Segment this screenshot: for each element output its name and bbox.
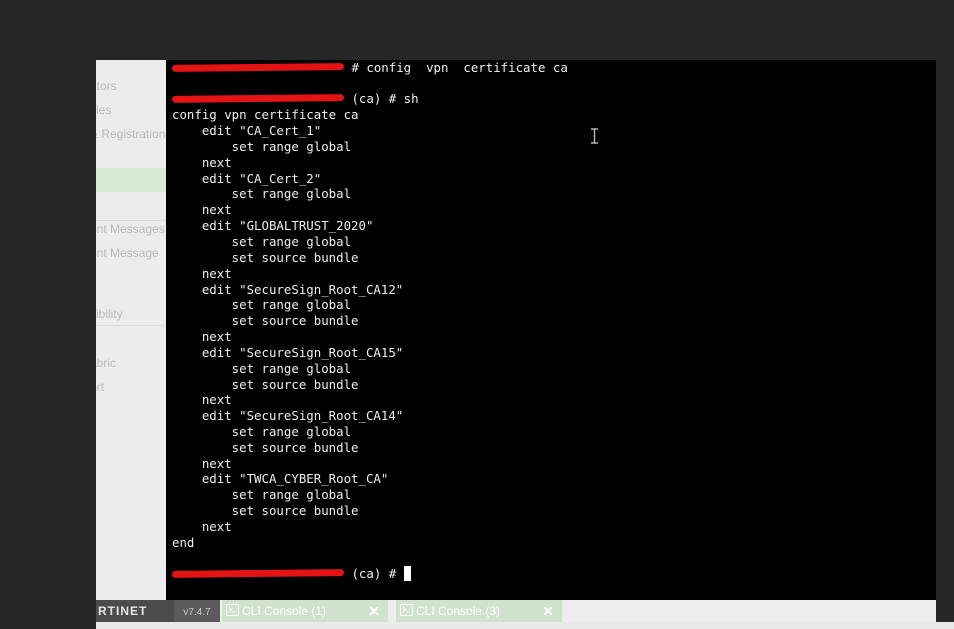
terminal-line: set range global bbox=[172, 186, 352, 201]
background-top bbox=[0, 0, 954, 60]
sidebar-item-d[interactable]: d bbox=[96, 283, 97, 297]
terminal-icon bbox=[226, 604, 239, 616]
terminal-line: set source bundle bbox=[172, 250, 359, 265]
ibeam-cursor-icon bbox=[591, 128, 598, 144]
tab-cli-console-1[interactable]: CLI Console (1) ✕ bbox=[220, 600, 388, 622]
terminal-line: edit "SecureSign_Root_CA14" bbox=[172, 408, 404, 423]
terminal-line: next bbox=[172, 456, 232, 471]
fortinet-logo: RTINET bbox=[96, 600, 174, 622]
terminal-line: set range global bbox=[172, 487, 352, 502]
tab-cli-console-3[interactable]: CLI Console (3) ✕ bbox=[394, 600, 562, 622]
terminal-line: set range global bbox=[172, 234, 352, 249]
terminal-line: edit "CA_Cert_1" bbox=[172, 123, 322, 138]
sidebar-divider bbox=[96, 325, 166, 326]
sidebar-item-support[interactable]: ort bbox=[96, 380, 104, 394]
sidebar-item-fabric[interactable]: abric bbox=[96, 356, 116, 370]
terminal-line: next bbox=[172, 519, 232, 534]
terminal-line: edit "TWCA_CYBER_Root_CA" bbox=[172, 471, 389, 486]
terminal-line: set source bundle bbox=[172, 440, 359, 455]
terminal-icon bbox=[400, 604, 413, 616]
sidebar-divider bbox=[96, 220, 166, 221]
redacted-hostname bbox=[171, 93, 345, 103]
terminal-line: next bbox=[172, 202, 232, 217]
sidebar-item-visibility[interactable]: sibility bbox=[96, 307, 123, 321]
sidebar-selected-item[interactable] bbox=[96, 168, 166, 192]
terminal-line: set range global bbox=[172, 297, 352, 312]
terminal-line: set source bundle bbox=[172, 377, 359, 392]
terminal-line: config vpn certificate ca bbox=[172, 107, 359, 122]
terminal-line: set range global bbox=[172, 361, 352, 376]
window-bottom-edge bbox=[96, 622, 954, 629]
sidebar-item-administrators[interactable]: ators bbox=[96, 79, 117, 93]
terminal-prompt-line[interactable]: (ca) # bbox=[171, 566, 411, 582]
terminal-line: edit "SecureSign_Root_CA15" bbox=[172, 345, 404, 360]
taskbar: RTINET v7.4.7 CLI Console (1) ✕ CLI Cons… bbox=[96, 600, 936, 622]
terminal-line: set range global bbox=[172, 424, 352, 439]
terminal-line: edit "SecureSign_Root_CA12" bbox=[172, 282, 404, 297]
tab-label: CLI Console (3) bbox=[416, 604, 501, 618]
redacted-hostname bbox=[171, 568, 345, 578]
sidebar: ators files & Registration ent Messages … bbox=[96, 60, 166, 600]
sidebar-item-replacement-message[interactable]: ent Message bbox=[96, 246, 159, 260]
terminal-line: set source bundle bbox=[172, 503, 359, 518]
cli-console-terminal[interactable]: # config vpn certificate ca (ca) # sh co… bbox=[166, 60, 936, 600]
background-left bbox=[0, 60, 96, 629]
terminal-line: next bbox=[172, 155, 232, 170]
terminal-line: next bbox=[172, 266, 232, 281]
sidebar-item-profiles[interactable]: files bbox=[96, 103, 111, 117]
terminal-line: end bbox=[172, 535, 195, 550]
terminal-line: edit "GLOBALTRUST_2020" bbox=[172, 218, 374, 233]
terminal-line: set range global bbox=[172, 139, 352, 154]
terminal-line: set source bundle bbox=[172, 313, 359, 328]
sidebar-item-registration[interactable]: & Registration bbox=[96, 127, 165, 141]
sidebar-item-replacement-messages[interactable]: ent Messages bbox=[96, 222, 165, 236]
redacted-hostname bbox=[171, 62, 345, 72]
close-icon[interactable]: ✕ bbox=[542, 600, 554, 622]
tab-label: CLI Console (1) bbox=[242, 604, 327, 618]
close-icon[interactable]: ✕ bbox=[368, 600, 380, 622]
text-cursor bbox=[403, 566, 411, 581]
terminal-line: next bbox=[172, 392, 232, 407]
terminal-line: (ca) # sh bbox=[171, 91, 419, 107]
terminal-line: edit "CA_Cert_2" bbox=[172, 171, 322, 186]
firmware-version: v7.4.7 bbox=[174, 600, 220, 622]
terminal-line: # config vpn certificate ca bbox=[171, 60, 568, 76]
background-right bbox=[936, 60, 954, 600]
terminal-line: next bbox=[172, 329, 232, 344]
